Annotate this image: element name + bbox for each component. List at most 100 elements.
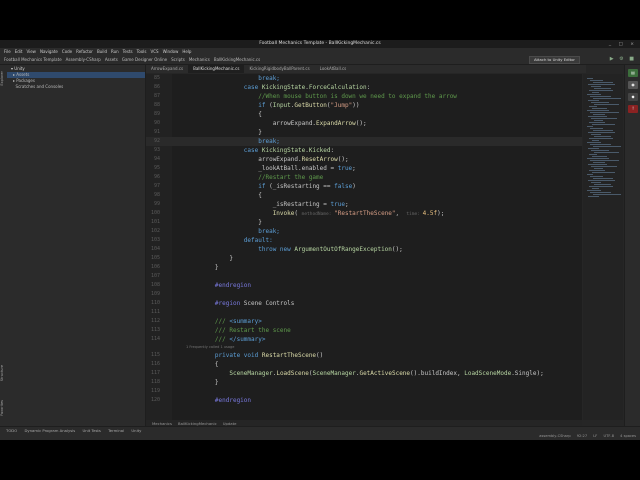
tool-tab-structure[interactable]: Structure bbox=[0, 365, 7, 381]
code-line[interactable]: 96 //Restart the game bbox=[146, 173, 582, 182]
code-line[interactable]: 86 case KickingState.ForceCalculation: bbox=[146, 83, 582, 92]
code-line[interactable]: 103 default: bbox=[146, 236, 582, 245]
code-text: _isRestarting = true; bbox=[186, 200, 349, 209]
run-debug-icons[interactable]: ▶ ⚙ ■ bbox=[610, 55, 636, 64]
code-line[interactable]: 88 if (Input.GetButton("Jump")) bbox=[146, 101, 582, 110]
tool-tab-favorites[interactable]: Favorites bbox=[0, 400, 7, 416]
code-line[interactable]: 112 /// <summary> bbox=[146, 317, 582, 326]
code-line[interactable]: 107 bbox=[146, 272, 582, 281]
menu-item-file[interactable]: File bbox=[4, 49, 11, 54]
minimap[interactable] bbox=[583, 74, 623, 420]
menu-item-refactor[interactable]: Refactor bbox=[76, 49, 93, 54]
code-line[interactable]: 85 break; bbox=[146, 74, 582, 83]
code-line[interactable]: 101 } bbox=[146, 218, 582, 227]
tree-item-scratches[interactable]: Scratches and Consoles bbox=[7, 84, 145, 90]
menu-item-help[interactable]: Help bbox=[182, 49, 191, 54]
tool-tab-explorer[interactable]: Explorer bbox=[0, 71, 7, 86]
explorer-header[interactable]: ▾ Unity bbox=[7, 65, 145, 72]
code-line[interactable]: 98 { bbox=[146, 191, 582, 200]
code-token: true bbox=[337, 165, 353, 172]
code-line[interactable]: 116 { bbox=[146, 360, 582, 369]
line-number: 86 bbox=[153, 84, 160, 90]
code-line[interactable]: 114 /// </summary> bbox=[146, 335, 582, 344]
status-cursor-position[interactable]: 92:27 bbox=[577, 434, 587, 438]
line-number: 95 bbox=[153, 165, 160, 171]
code-token: } bbox=[186, 129, 262, 136]
code-editor[interactable]: 85 break; 86 case KickingState.ForceCalcu… bbox=[146, 74, 582, 420]
minimap-line bbox=[594, 136, 611, 137]
code-line[interactable]: 92 break; bbox=[146, 137, 582, 146]
code-line[interactable]: 106 } bbox=[146, 263, 582, 272]
code-token: )) bbox=[352, 102, 360, 109]
menu-item-navigate[interactable]: Navigate bbox=[40, 49, 58, 54]
code-line[interactable]: 90 arrowExpand.ExpandArrow(); bbox=[146, 119, 582, 128]
tab-lookatball[interactable]: LookAtBall.cs bbox=[315, 65, 352, 73]
nuget-icon[interactable]: ◆ bbox=[628, 93, 638, 101]
minimap-line bbox=[589, 154, 597, 155]
code-line[interactable]: 87 //When mouse button is down we need t… bbox=[146, 92, 582, 101]
notifications-icon[interactable]: ◉ bbox=[628, 81, 638, 89]
code-line[interactable]: 113 /// Restart the scene bbox=[146, 326, 582, 335]
code-text: } bbox=[186, 254, 233, 263]
menu-item-view[interactable]: View bbox=[26, 49, 36, 54]
menu-item-edit[interactable]: Edit bbox=[15, 49, 23, 54]
tab-kickingrigidbodyballparent[interactable]: KickingRigidbodyBallParent.cs bbox=[244, 65, 314, 73]
code-line[interactable]: 104 throw new ArgumentOutOfRangeExceptio… bbox=[146, 245, 582, 254]
code-line[interactable]: 120 #endregion bbox=[146, 396, 582, 405]
code-token: arrowExpand. bbox=[186, 120, 317, 127]
code-line[interactable]: 94 arrowExpand.ResetArrow(); bbox=[146, 155, 582, 164]
nav-crumb[interactable]: Game Designer Online bbox=[122, 57, 167, 62]
minimap-line bbox=[590, 128, 603, 129]
status-encoding[interactable]: UTF-8 bbox=[604, 434, 614, 438]
nav-crumb[interactable]: Assembly-CSharp bbox=[66, 57, 101, 62]
menu-item-code[interactable]: Code bbox=[62, 49, 72, 54]
code-line[interactable]: 117 SceneManager.LoadScene(SceneManager.… bbox=[146, 369, 582, 378]
code-line[interactable]: 93 case KickingState.Kicked: bbox=[146, 146, 582, 155]
code-text: break; bbox=[186, 74, 280, 83]
code-line[interactable]: 99 _isRestarting = true; bbox=[146, 200, 582, 209]
menu-item-build[interactable]: Build bbox=[97, 49, 107, 54]
nav-crumb[interactable]: BallKickingMechanic.cs bbox=[214, 57, 260, 62]
code-line[interactable]: 95 _lookAtBall.enabled = true; bbox=[146, 164, 582, 173]
code-line[interactable]: 97 if (_isRestarting == false) bbox=[146, 182, 582, 191]
nav-crumb[interactable]: Football Mechanics Template bbox=[4, 57, 62, 62]
nav-crumb[interactable]: Assets bbox=[105, 57, 118, 62]
menu-item-vcs[interactable]: VCS bbox=[150, 49, 158, 54]
status-assembly[interactable]: assembly-CSharp bbox=[539, 434, 570, 438]
code-line[interactable]: 119 bbox=[146, 387, 582, 396]
error-icon[interactable]: ! bbox=[628, 105, 638, 113]
minimap-line bbox=[593, 194, 621, 195]
minimap-line bbox=[591, 150, 609, 151]
nav-crumb[interactable]: Scripts bbox=[171, 57, 185, 62]
code-token: if bbox=[186, 102, 270, 109]
menu-item-window[interactable]: Window bbox=[163, 49, 179, 54]
code-line[interactable]: 105 } bbox=[146, 254, 582, 263]
status-line-ending[interactable]: LF bbox=[593, 434, 597, 438]
code-vision-hint[interactable]: 1 Frequently called 1 usage bbox=[186, 345, 234, 349]
code-line[interactable]: 102 break; bbox=[146, 227, 582, 236]
line-number: 118 bbox=[150, 379, 160, 385]
line-number: 116 bbox=[150, 361, 160, 367]
code-line[interactable]: 91 } bbox=[146, 128, 582, 137]
menu-item-run[interactable]: Run bbox=[111, 49, 119, 54]
menu-item-tools[interactable]: Tools bbox=[137, 49, 147, 54]
minimap-line bbox=[588, 100, 599, 101]
nav-crumb[interactable]: Mechanics bbox=[189, 57, 210, 62]
code-line[interactable]: 109 bbox=[146, 290, 582, 299]
code-line[interactable]: 100 Invoke( methodName: "RestartTheScene… bbox=[146, 209, 582, 218]
line-number: 108 bbox=[150, 282, 160, 288]
code-line[interactable]: 89 { bbox=[146, 110, 582, 119]
code-line[interactable]: 108 #endregion bbox=[146, 281, 582, 290]
line-number: 91 bbox=[153, 129, 160, 135]
run-configuration-select[interactable]: Attach to Unity Editor bbox=[529, 56, 580, 64]
code-line[interactable]: 111 bbox=[146, 308, 582, 317]
menu-item-tests[interactable]: Tests bbox=[123, 49, 133, 54]
line-number: 112 bbox=[150, 318, 160, 324]
code-line[interactable]: 118 } bbox=[146, 378, 582, 387]
tab-ballkickingmechanic[interactable]: BallKickingMechanic.cs bbox=[188, 65, 245, 73]
database-icon[interactable]: ▤ bbox=[628, 69, 638, 77]
code-line[interactable]: 110 #region Scene Controls bbox=[146, 299, 582, 308]
tab-arrowexpand[interactable]: ArrowExpand.cs bbox=[146, 65, 188, 73]
status-indent[interactable]: 4 spaces bbox=[620, 434, 636, 438]
code-line[interactable]: 115 private void RestartTheScene() bbox=[146, 351, 582, 360]
